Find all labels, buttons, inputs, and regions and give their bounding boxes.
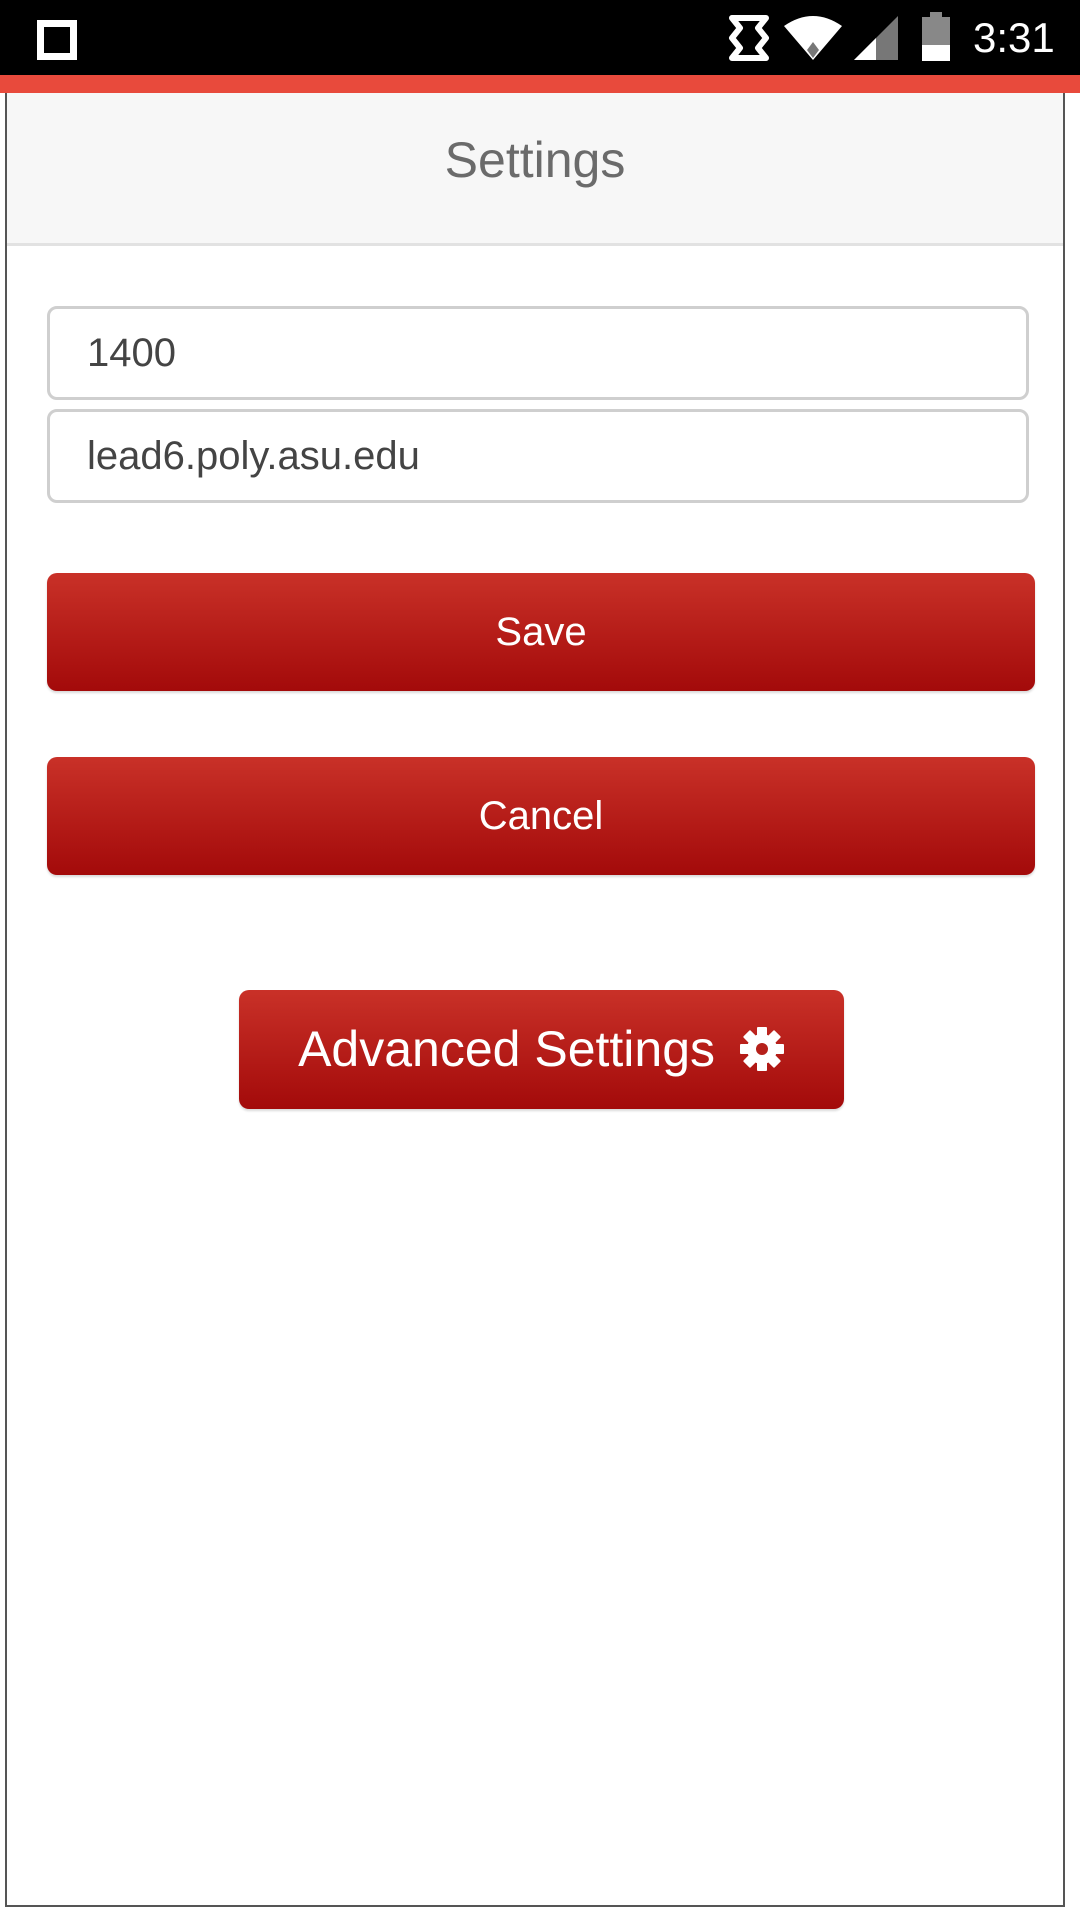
wifi-icon <box>784 16 842 60</box>
save-button[interactable]: Save <box>47 573 1035 691</box>
host-field[interactable]: lead6.poly.asu.edu <box>47 409 1029 503</box>
header-bar: Settings <box>7 93 1063 246</box>
battery-icon <box>922 12 950 61</box>
port-field[interactable]: 1400 <box>47 306 1029 400</box>
gear-icon <box>739 1026 784 1071</box>
cancel-button-label: Cancel <box>478 794 604 838</box>
square-icon <box>37 20 77 60</box>
signal-icon <box>854 16 898 60</box>
save-button-label: Save <box>495 610 587 654</box>
sync-icon <box>729 15 769 61</box>
advanced-settings-button[interactable]: Advanced Settings <box>239 990 844 1109</box>
page-title: Settings <box>444 132 626 188</box>
cancel-button[interactable]: Cancel <box>47 757 1035 875</box>
advanced-settings-label: Advanced Settings <box>298 1021 716 1077</box>
status-bar: 3:31 <box>0 0 1080 75</box>
accent-bar <box>0 75 1080 93</box>
app-frame: Settings 1400 lead6.poly.asu.edu Save Ca… <box>5 93 1065 1907</box>
clock-time: 3:31 <box>973 14 1055 61</box>
